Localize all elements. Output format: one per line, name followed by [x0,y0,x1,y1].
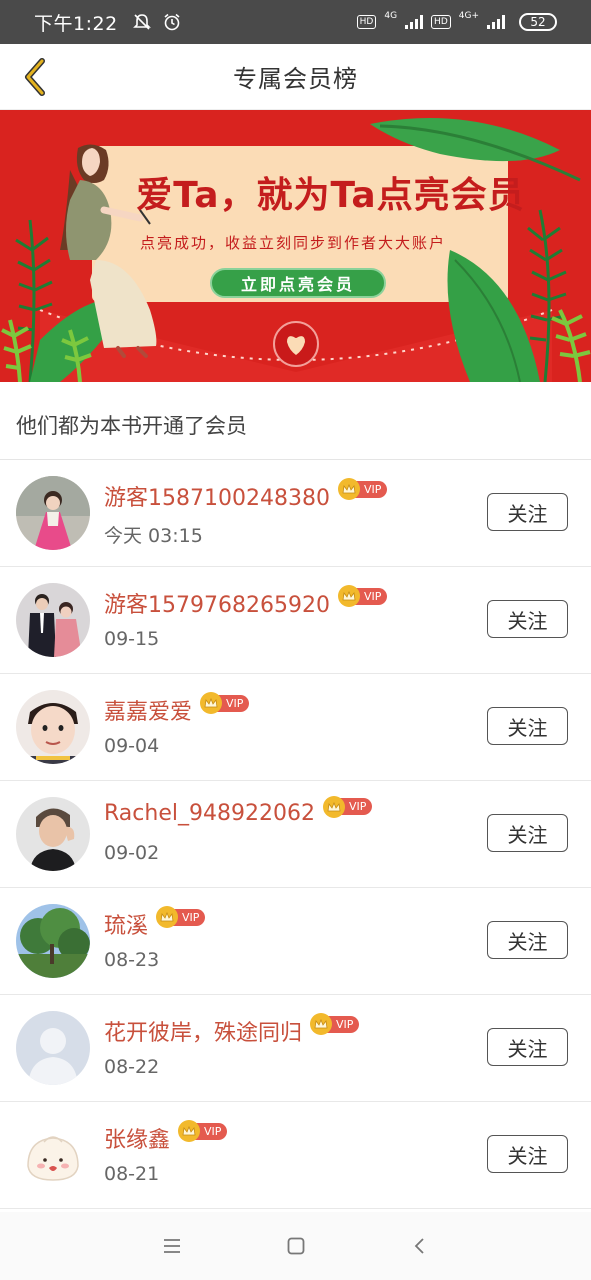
member-date: 08-23 [104,949,160,971]
member-date: 08-21 [104,1163,160,1185]
status-time: 下午1:22 [34,12,118,35]
banner-headline: 爱Ta，就为Ta点亮会员 [136,175,525,216]
status-left-icons [132,12,182,32]
avatar[interactable] [16,904,90,978]
follow-button[interactable]: 关注 [487,814,568,852]
crown-icon [178,1120,201,1142]
avatar-image [16,690,90,764]
crown-icon [156,906,179,928]
member-name[interactable]: Rachel_948922062 VIP [104,795,373,826]
signal-icon [405,15,424,29]
avatar[interactable] [16,583,90,657]
avatar[interactable] [16,797,90,871]
vip-badge: VIP [337,585,388,607]
member-name[interactable]: 张缘鑫 VIP [104,1120,228,1154]
section-title: 他们都为本书开通了会员 [16,414,247,438]
vip-badge: VIP [178,1120,228,1142]
menu-icon [163,1239,180,1253]
member-name-text: 琉溪 [104,914,149,939]
membership-banner[interactable]: 爱Ta，就为Ta点亮会员 点亮成功，收益立刻同步到作者大大账户 立即点亮会员 [0,110,591,382]
vip-badge: VIP [322,795,373,818]
member-name-text: 游客1587100248380 [104,486,330,511]
back-icon [414,1238,424,1254]
avatar[interactable] [16,690,90,764]
member-date: 09-04 [104,735,160,757]
follow-button[interactable]: 关注 [487,600,568,638]
home-icon [287,1237,304,1255]
crown-icon [310,1013,333,1035]
vip-badge: VIP [156,906,206,928]
system-back-button[interactable] [406,1232,434,1260]
hd-badge: HD [356,15,377,29]
vip-badge: VIP [200,692,250,714]
network-type: 4G+ [458,11,479,21]
list-item[interactable]: 张缘鑫 VIP 08-21 关注 [0,1102,591,1209]
member-date: 09-15 [104,628,160,650]
member-name-text: 嘉嘉爱爱 [104,700,193,725]
member-list: 游客1587100248380 VIP 今天 03:15 关注 游客157976… [0,460,591,1209]
alarm-icon [164,13,180,31]
list-item[interactable]: 游客1587100248380 VIP 今天 03:15 关注 [0,460,591,567]
member-name[interactable]: 游客1587100248380 VIP [104,478,388,512]
member-name[interactable]: 嘉嘉爱爱 VIP [104,692,250,726]
crown-icon [200,692,223,714]
avatar-image [16,583,90,657]
chevron-left-icon [25,58,45,96]
member-name-text: 花开彼岸，殊途同归 [104,1021,303,1046]
status-bar: 下午1:22 HD 4G HD 4G+ 52 [0,0,591,44]
list-item[interactable]: 嘉嘉爱爱 VIP 09-04 关注 [0,674,591,781]
member-name[interactable]: 花开彼岸，殊途同归 VIP [104,1013,360,1047]
member-name-text: Rachel_948922062 [104,801,315,826]
status-right: HD 4G HD 4G+ 52 [356,11,557,31]
vip-badge: VIP [310,1013,360,1035]
default-avatar-icon [16,1011,90,1085]
avatar[interactable] [16,476,90,550]
back-button[interactable] [10,52,60,102]
member-name-text: 游客1579768265920 [104,593,330,618]
banner-subtitle: 点亮成功，收益立刻同步到作者大大账户 [140,234,447,252]
follow-button[interactable]: 关注 [487,493,568,531]
avatar-image [16,1118,90,1192]
follow-button[interactable]: 关注 [487,921,568,959]
member-date: 09-02 [104,842,160,864]
list-item[interactable]: 琉溪 VIP 08-23 关注 [0,888,591,995]
avatar-image [16,904,90,978]
avatar-image [16,797,90,871]
vip-badge: VIP [337,478,388,500]
signal-icon [487,15,505,29]
member-name[interactable]: 琉溪 VIP [104,906,206,940]
hd-badge: HD [431,15,451,29]
recent-apps-button[interactable] [158,1232,186,1260]
top-bar: 专属会员榜 [0,44,591,110]
follow-button[interactable]: 关注 [487,707,568,745]
follow-button[interactable]: 关注 [487,1135,568,1173]
avatar[interactable] [16,1011,90,1085]
crown-icon [322,795,345,818]
follow-button[interactable]: 关注 [487,1028,568,1066]
member-date: 今天 03:15 [104,525,203,547]
list-item[interactable]: 花开彼岸，殊途同归 VIP 08-22 关注 [0,995,591,1102]
light-up-membership-button[interactable]: 立即点亮会员 [210,268,386,298]
member-name-text: 张缘鑫 [104,1128,171,1153]
page-title: 专属会员榜 [233,65,358,93]
list-item[interactable]: Rachel_948922062 VIP 09-02 关注 [0,781,591,888]
member-name[interactable]: 游客1579768265920 VIP [104,585,388,619]
home-button[interactable] [282,1232,310,1260]
battery-icon: 52 [519,13,557,31]
member-date: 08-22 [104,1056,160,1078]
crown-icon [337,478,360,500]
crown-icon [337,585,360,607]
system-nav-bar [0,1212,591,1280]
avatar[interactable] [16,1118,90,1192]
network-type: 4G [384,11,398,21]
silent-icon [132,14,151,30]
avatar-image [16,476,90,550]
list-item[interactable]: 游客1579768265920 VIP 09-15 关注 [0,567,591,674]
